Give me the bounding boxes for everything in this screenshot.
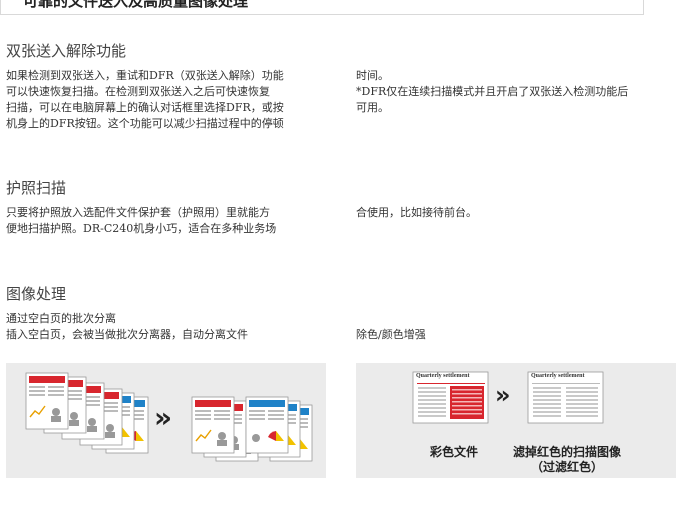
section-passport-right-text: 合使用，比如接待前台。 bbox=[356, 205, 477, 221]
section-heading-passport: 护照扫描 bbox=[6, 179, 67, 197]
text-line: 通过空白页的批次分离 bbox=[6, 312, 116, 325]
text-line: 如果检测到双张送入，重试和DFR（双张送入解除）功能 bbox=[6, 69, 284, 82]
color-dropout-figure: Quarterly settlement Quarterly settlemen… bbox=[356, 363, 676, 478]
batch-separation-figure: » bbox=[6, 363, 326, 478]
page-title: 可靠的文件送入及高质量图像处理 bbox=[23, 0, 249, 10]
section-heading-image-processing: 图像处理 bbox=[6, 285, 67, 303]
text-line: 扫描，可以在电脑屏幕上的确认对话框里选择DFR，或按 bbox=[6, 101, 284, 114]
header-bar: 可靠的文件送入及高质量图像处理 bbox=[0, 0, 644, 15]
text-line: 插入空白页，会被当做批次分离器，自动分离文件 bbox=[6, 328, 248, 341]
text-line: 时间。 bbox=[356, 69, 389, 82]
section-dfr-right-text: 时间。 *DFR仅在连续扫描模式并且开启了双张送入检测功能后 可用。 bbox=[356, 68, 628, 116]
batch-separation-illustration bbox=[25, 372, 313, 462]
section-passport-left-text: 只要将护照放入选配件文件保护套（护照用）里就能方 便地扫描护照。DR-C240机… bbox=[6, 205, 276, 237]
caption-color-document: 彩色文件 bbox=[429, 445, 478, 459]
section-dfr-left-text: 如果检测到双张送入，重试和DFR（双张送入解除）功能 可以快速恢复扫描。在检测到… bbox=[6, 68, 284, 132]
section-image-left-text: 通过空白页的批次分离 插入空白页，会被当做批次分离器，自动分离文件 bbox=[6, 311, 248, 343]
text-line: 便地扫描护照。DR-C240机身小巧，适合在多种业务场 bbox=[6, 222, 277, 235]
color-dropout-illustration bbox=[412, 371, 604, 424]
section-heading-dfr: 双张送入解除功能 bbox=[6, 42, 127, 60]
text-line: 可用。 bbox=[356, 101, 389, 114]
text-line: 只要将护照放入选配件文件保护套（护照用）里就能方 bbox=[6, 206, 270, 219]
text-line: 除色/颜色增强 bbox=[356, 328, 426, 341]
text-line: *DFR仅在连续扫描模式并且开启了双张送入检测功能后 bbox=[356, 85, 629, 98]
text-line: 合使用，比如接待前台。 bbox=[356, 206, 477, 219]
document-title: Quarterly settlement bbox=[531, 373, 585, 379]
arrow-icon: » bbox=[495, 381, 510, 409]
arrow-icon: » bbox=[154, 401, 172, 434]
text-line: 可以快速恢复扫描。在检测到双张送入之后可快速恢复 bbox=[6, 85, 270, 98]
document-title: Quarterly settlement bbox=[416, 373, 470, 379]
caption-filtered-note: （过滤红色） bbox=[530, 460, 603, 474]
text-line: 机身上的DFR按钮。这个功能可以减少扫描过程中的停顿 bbox=[6, 117, 284, 130]
section-image-right-text: 除色/颜色增强 bbox=[356, 327, 426, 343]
